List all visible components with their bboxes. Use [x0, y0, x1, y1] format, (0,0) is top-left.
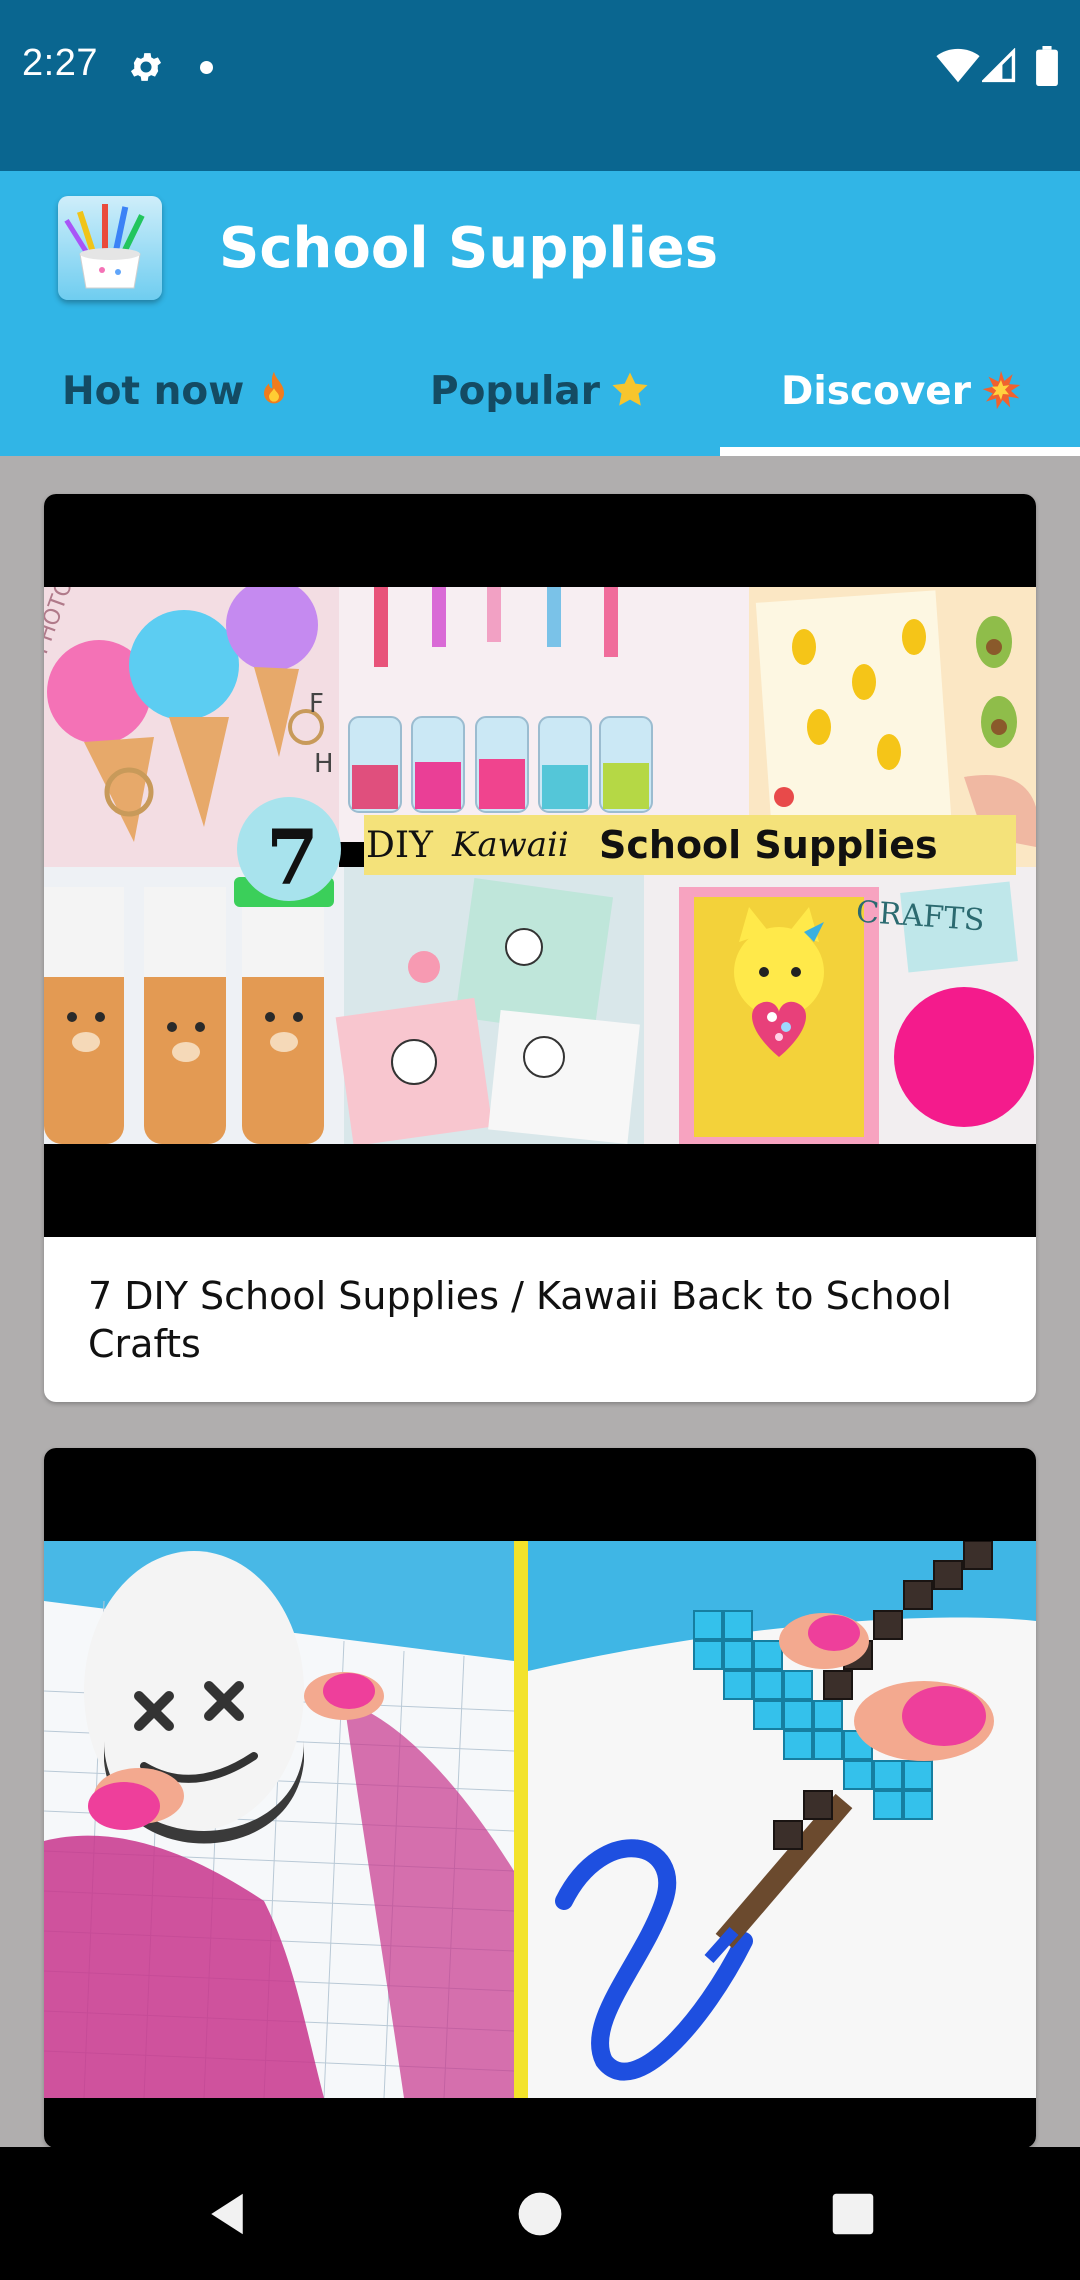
app-bar: School Supplies Hot now Popular Discover: [0, 171, 1080, 456]
svg-text:F: F: [309, 689, 324, 719]
tab-label: Discover: [781, 369, 971, 414]
recents-icon[interactable]: [826, 2187, 880, 2241]
thumbnail-image: [44, 1541, 1036, 2098]
tab-discover[interactable]: Discover: [781, 369, 1021, 429]
tab-indicator: [720, 447, 1080, 456]
home-icon[interactable]: [513, 2187, 567, 2241]
thumbnail-image: PHOTO F H: [44, 587, 1036, 1144]
collision-icon: [982, 370, 1021, 410]
video-card[interactable]: [44, 1448, 1036, 2148]
video-thumbnail[interactable]: PHOTO F H 7 DIY Kawaii School Supplies C…: [44, 494, 1036, 1237]
tab-popular[interactable]: Popular: [430, 369, 650, 429]
cell-signal-icon: [982, 48, 1016, 83]
notification-dot-icon: [200, 61, 213, 74]
battery-icon: [1036, 46, 1058, 86]
video-title: 7 DIY School Supplies / Kawaii Back to S…: [88, 1274, 952, 1366]
tab-hot-now[interactable]: Hot now: [62, 369, 294, 429]
gear-icon: [130, 53, 162, 81]
pencil-cup-logo-icon: [58, 196, 162, 300]
status-bar: 2:27: [0, 0, 1080, 171]
navigation-bar: [0, 2147, 1080, 2280]
status-time: 2:27: [22, 42, 98, 84]
video-card[interactable]: PHOTO F H 7 DIY Kawaii School Supplies C…: [44, 494, 1036, 1402]
app-title: School Supplies: [219, 216, 719, 281]
fire-icon: [264, 371, 285, 404]
back-icon[interactable]: [200, 2187, 254, 2241]
star-icon: [612, 372, 648, 406]
video-thumbnail[interactable]: [44, 1448, 1036, 2148]
svg-text:H: H: [314, 749, 334, 779]
tab-label: Hot now: [62, 369, 245, 414]
tab-label: Popular: [430, 369, 600, 414]
wifi-icon: [936, 48, 980, 83]
